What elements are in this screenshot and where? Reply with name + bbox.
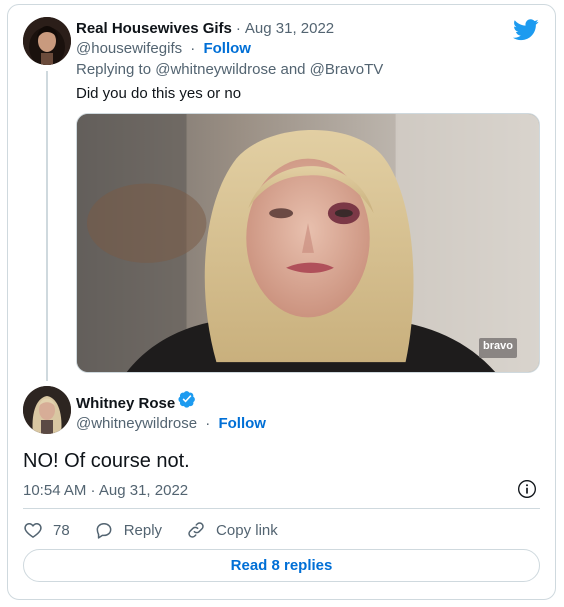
tweet-embed-card: Real Housewives Gifs · Aug 31, 2022 @hou… [7,4,556,600]
reply-button[interactable]: Reply [94,520,162,540]
twitter-bird-icon[interactable] [513,19,539,41]
copy-link-button[interactable]: Copy link [186,520,278,540]
author-name[interactable]: Whitney Rose [76,394,175,414]
separator-dot: · [235,20,241,37]
verified-badge-icon [178,391,196,408]
tweet-date[interactable]: Aug 31, 2022 [245,19,334,39]
link-icon [188,522,204,538]
avatar[interactable] [23,386,71,434]
reply-bubble-icon [96,523,112,539]
info-icon[interactable] [517,479,537,499]
heart-icon [24,522,42,538]
bravo-watermark: bravo [479,338,517,358]
follow-button[interactable]: Follow [218,415,266,432]
replying-to-label: Replying to @whitneywildrose and @BravoT… [76,61,384,78]
divider [23,508,540,509]
tweet-timestamp[interactable]: 10:54 AM · Aug 31, 2022 [23,481,188,501]
separator-dot: · [205,415,211,432]
author-name[interactable]: Real Housewives Gifs [76,19,232,39]
avatar[interactable] [23,17,71,65]
main-tweet-text: NO! Of course not. [23,450,190,472]
copy-link-label: Copy link [216,521,278,539]
read-replies-button[interactable]: Read 8 replies [23,549,540,582]
thread-connector-line [46,71,48,381]
tweet-actions: 78 Reply Copy link [23,519,302,541]
reply-label: Reply [123,521,163,539]
parent-tweet-text: Did you do this yes or no [76,85,242,102]
author-handle[interactable]: @housewifegifs [76,40,182,57]
like-count: 78 [53,521,70,539]
separator-dot: · [190,40,196,57]
main-tweet-header: Whitney Rose @whitneywildrose · Follow [76,390,266,434]
like-button[interactable]: 78 [23,520,70,540]
tweet-media-image[interactable]: bravo [76,113,540,373]
author-handle[interactable]: @whitneywildrose [76,415,197,432]
parent-tweet-header: Real Housewives Gifs · Aug 31, 2022 @hou… [76,19,495,59]
follow-button[interactable]: Follow [203,40,251,57]
